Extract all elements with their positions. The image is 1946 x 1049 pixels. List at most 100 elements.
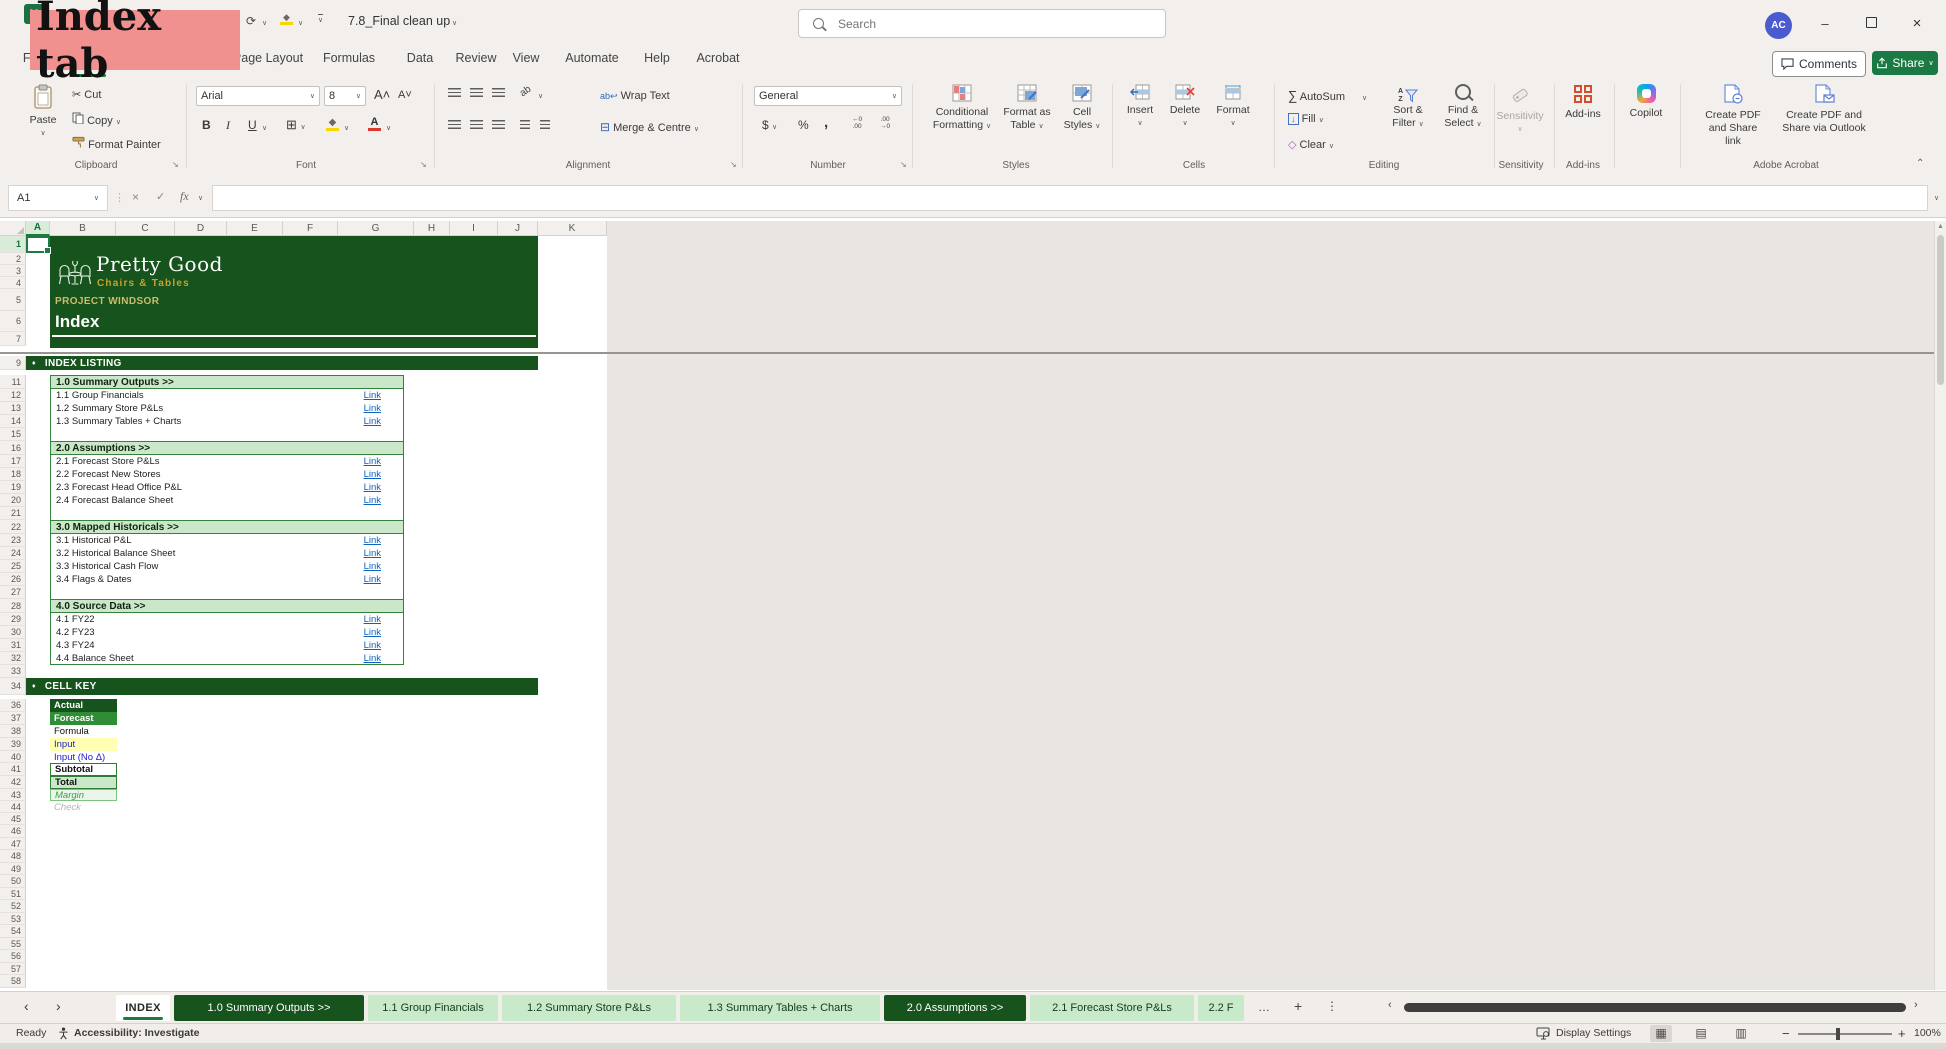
- new-sheet-icon[interactable]: +: [1294, 998, 1302, 1014]
- formula-input[interactable]: [212, 185, 1928, 211]
- row-header-13[interactable]: 13: [0, 402, 26, 415]
- row-header-45[interactable]: 45: [0, 813, 26, 825]
- format-cells-button[interactable]: Format∨: [1210, 84, 1256, 130]
- row-header-27[interactable]: 27: [0, 586, 26, 599]
- zoom-level[interactable]: 100%: [1914, 1027, 1941, 1039]
- collapse-ribbon-icon[interactable]: ⌃: [1916, 158, 1924, 169]
- row-header-43[interactable]: 43: [0, 789, 26, 801]
- underline-chevron-icon[interactable]: ∨: [262, 124, 267, 132]
- name-box[interactable]: A1∨: [8, 185, 108, 211]
- orientation-icon[interactable]: ab: [518, 84, 533, 99]
- row-header-34[interactable]: 34: [0, 678, 26, 695]
- row-header-2[interactable]: 2: [0, 253, 26, 265]
- row-header-40[interactable]: 40: [0, 751, 26, 763]
- index-item-link[interactable]: Link: [341, 415, 381, 428]
- decrease-indent-icon[interactable]: [520, 120, 530, 129]
- row-header-1[interactable]: 1: [0, 236, 26, 253]
- index-item-link[interactable]: Link: [341, 481, 381, 494]
- menu-tab-page-layout[interactable]: Page Layout: [233, 51, 303, 65]
- autosum-button[interactable]: ∑ AutoSum ∨: [1288, 88, 1367, 103]
- font-size-select[interactable]: 8∨: [324, 86, 366, 106]
- fill-color-ribbon-chevron-icon[interactable]: ∨: [344, 124, 349, 132]
- menu-tab-automate[interactable]: Automate: [565, 51, 619, 65]
- number-dialog-launcher-icon[interactable]: ↘: [900, 160, 907, 169]
- index-item-link[interactable]: Link: [341, 455, 381, 468]
- column-header-d[interactable]: D: [175, 221, 227, 236]
- insert-cells-button[interactable]: Insert∨: [1120, 84, 1160, 130]
- maximize-button[interactable]: [1856, 12, 1886, 36]
- number-format-select[interactable]: General∨: [754, 86, 902, 106]
- view-page-layout-icon[interactable]: ▤: [1690, 1025, 1712, 1042]
- row-header-36[interactable]: 36: [0, 699, 26, 712]
- row-header-50[interactable]: 50: [0, 875, 26, 888]
- row-header-5[interactable]: 5: [0, 289, 26, 311]
- sheet-next-icon[interactable]: ›: [56, 998, 61, 1014]
- enter-icon[interactable]: ✓: [156, 190, 165, 203]
- sheet-tab-index[interactable]: INDEX: [116, 995, 170, 1021]
- selection-handle[interactable]: [44, 247, 51, 254]
- font-dialog-launcher-icon[interactable]: ↘: [420, 160, 427, 169]
- row-header-11[interactable]: 11: [0, 375, 26, 389]
- format-as-table-button[interactable]: Format asTable ∨: [998, 84, 1056, 133]
- currency-button[interactable]: $ ∨: [762, 118, 777, 132]
- row-header-28[interactable]: 28: [0, 599, 26, 613]
- sensitivity-button[interactable]: Sensitivity∨: [1492, 84, 1548, 136]
- row-header-29[interactable]: 29: [0, 613, 26, 626]
- comma-button[interactable]: ,: [824, 114, 828, 131]
- row-header-20[interactable]: 20: [0, 494, 26, 507]
- row-header-4[interactable]: 4: [0, 277, 26, 289]
- align-bottom-icon[interactable]: [492, 88, 505, 97]
- fx-chevron-icon[interactable]: ∨: [198, 194, 203, 202]
- row-header-49[interactable]: 49: [0, 863, 26, 875]
- index-item-link[interactable]: Link: [341, 560, 381, 573]
- row-header-56[interactable]: 56: [0, 950, 26, 963]
- menu-tab-formulas[interactable]: Formulas: [323, 51, 375, 65]
- sheet-tab-2-1-forecast-store-p-ls[interactable]: 2.1 Forecast Store P&Ls: [1030, 995, 1194, 1021]
- decrease-font-icon[interactable]: A˅: [398, 89, 412, 101]
- sort-filter-button[interactable]: AZ Sort &Filter ∨: [1382, 84, 1434, 131]
- font-color-button[interactable]: A: [368, 116, 381, 131]
- display-settings-label[interactable]: Display Settings: [1556, 1027, 1631, 1039]
- row-header-39[interactable]: 39: [0, 738, 26, 751]
- column-header-f[interactable]: F: [283, 221, 338, 236]
- index-item-link[interactable]: Link: [341, 468, 381, 481]
- file-name-chevron-icon[interactable]: ∨: [452, 19, 457, 27]
- font-color-chevron-icon[interactable]: ∨: [386, 124, 391, 132]
- row-header-47[interactable]: 47: [0, 838, 26, 850]
- underline-button[interactable]: U: [248, 118, 257, 132]
- menu-tab-review[interactable]: Review: [456, 51, 497, 65]
- menu-tab-data[interactable]: Data: [407, 51, 433, 65]
- borders-button[interactable]: ⊞ ∨: [286, 117, 306, 133]
- align-left-icon[interactable]: [448, 120, 461, 129]
- row-header-23[interactable]: 23: [0, 534, 26, 547]
- cell-styles-button[interactable]: CellStyles ∨: [1058, 84, 1106, 133]
- clipboard-dialog-launcher-icon[interactable]: ↘: [172, 160, 179, 169]
- column-header-a[interactable]: A: [26, 221, 50, 236]
- orientation-chevron-icon[interactable]: ∨: [538, 92, 543, 100]
- accessibility-status[interactable]: Accessibility: Investigate: [74, 1027, 199, 1039]
- delete-cells-button[interactable]: Delete∨: [1164, 84, 1206, 130]
- row-header-55[interactable]: 55: [0, 938, 26, 950]
- search-input[interactable]: [836, 16, 1120, 32]
- selected-cell-a1[interactable]: [26, 236, 50, 253]
- row-header-51[interactable]: 51: [0, 888, 26, 900]
- fill-color-chevron-icon[interactable]: ∨: [298, 19, 303, 27]
- index-item-link[interactable]: Link: [341, 389, 381, 402]
- format-painter-button[interactable]: Format Painter: [72, 136, 161, 151]
- index-item-link[interactable]: Link: [341, 626, 381, 639]
- row-header-46[interactable]: 46: [0, 825, 26, 838]
- row-header-21[interactable]: 21: [0, 507, 26, 520]
- row-header-17[interactable]: 17: [0, 455, 26, 468]
- italic-button[interactable]: I: [226, 118, 230, 133]
- zoom-in-icon[interactable]: +: [1898, 1026, 1906, 1041]
- row-header-38[interactable]: 38: [0, 725, 26, 738]
- avatar[interactable]: AC: [1765, 12, 1792, 39]
- font-family-select[interactable]: Arial∨: [196, 86, 320, 106]
- alignment-dialog-launcher-icon[interactable]: ↘: [730, 160, 737, 169]
- index-item-link[interactable]: Link: [341, 652, 381, 665]
- align-center-icon[interactable]: [470, 120, 483, 129]
- decrease-decimal-icon[interactable]: .00→0: [880, 116, 890, 130]
- insert-function-icon[interactable]: fx: [180, 189, 189, 204]
- row-header-3[interactable]: 3: [0, 265, 26, 277]
- row-header-25[interactable]: 25: [0, 560, 26, 573]
